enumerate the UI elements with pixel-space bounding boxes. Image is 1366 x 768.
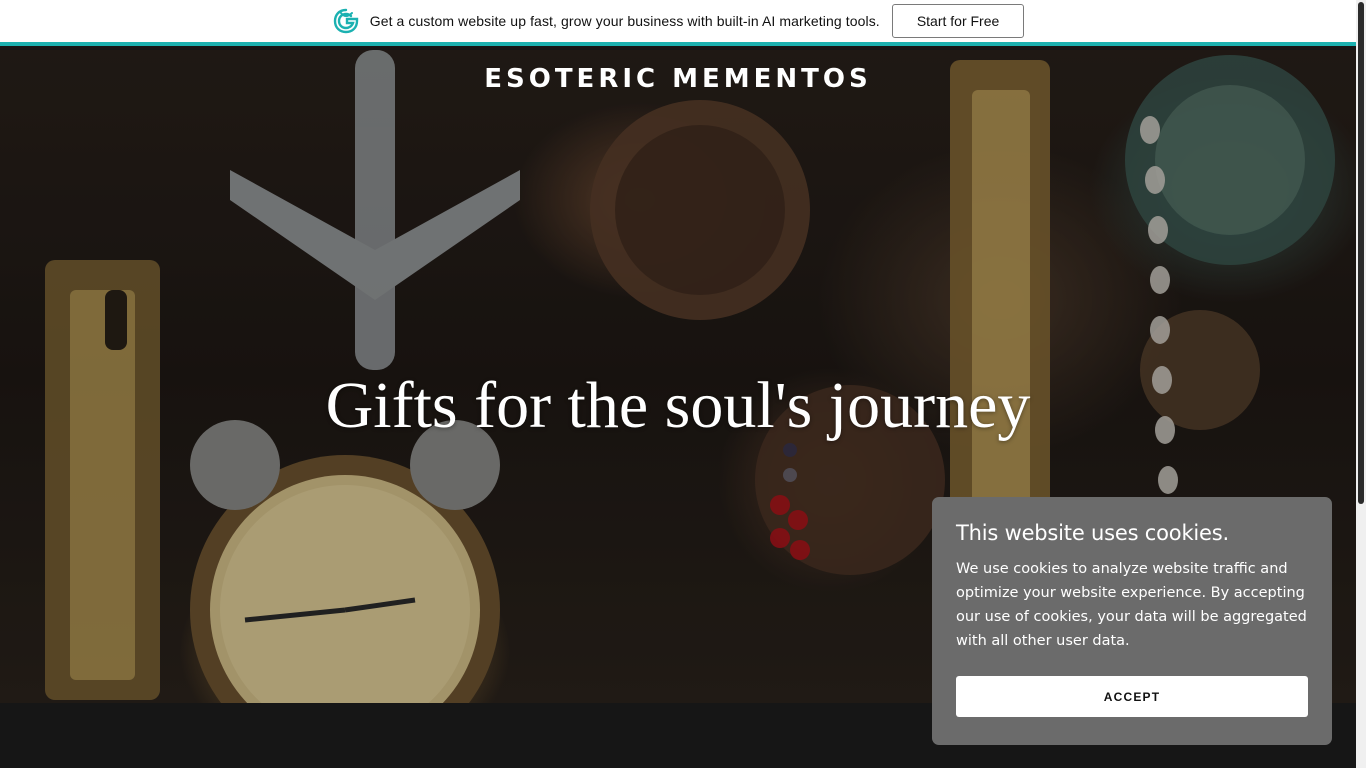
godaddy-logo-icon[interactable] [332, 7, 360, 35]
start-for-free-button[interactable]: Start for Free [891, 4, 1025, 38]
page-scrollbar[interactable] [1356, 0, 1366, 768]
cookie-body: We use cookies to analyze website traffi… [956, 561, 1307, 649]
promo-text: Get a custom website up fast, grow your … [369, 13, 880, 29]
scrollbar-thumb[interactable] [1358, 2, 1364, 504]
site-title[interactable]: ESOTERIC MEMENTOS [0, 64, 1356, 94]
accept-cookies-button[interactable]: ACCEPT [956, 676, 1308, 717]
promo-bar: Get a custom website up fast, grow your … [0, 0, 1356, 46]
hero-heading: Gifts for the soul's journey [325, 369, 1031, 442]
cookie-banner: This website uses cookies. We use cookie… [932, 497, 1332, 745]
cookie-title: This website uses cookies. [956, 521, 1229, 545]
